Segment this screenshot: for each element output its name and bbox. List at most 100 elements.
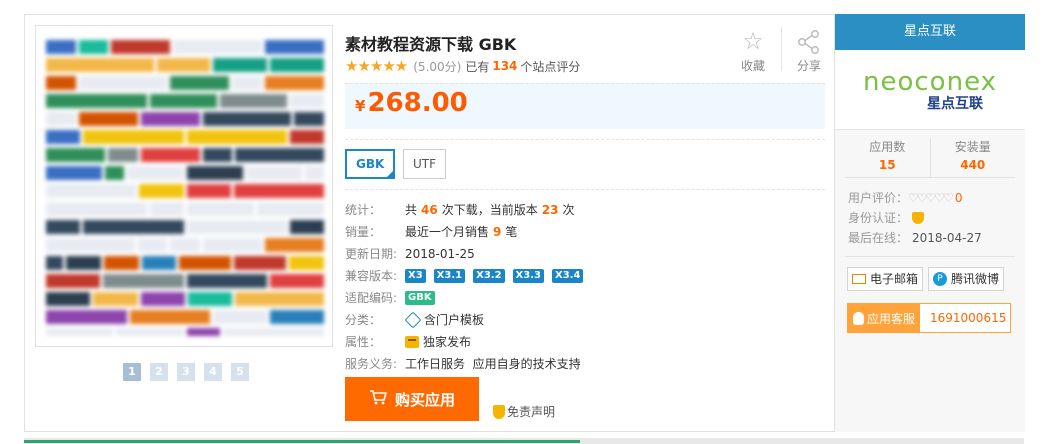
stat-value: 440 — [960, 158, 986, 172]
screenshot-cell — [223, 328, 324, 336]
screenshot-cell — [140, 148, 200, 162]
screenshot-cell — [138, 184, 184, 198]
compat-version-tag: X3.4 — [551, 269, 584, 283]
product-screenshot[interactable] — [46, 40, 324, 336]
price: ¥268.00 — [355, 88, 468, 118]
screenshot-cell — [140, 112, 200, 126]
screenshot-cell — [220, 94, 288, 108]
vendor-logo[interactable]: neoconex 星点互联 — [835, 50, 1025, 130]
service-label: 应用客服 — [866, 311, 915, 326]
screenshot-cell — [186, 166, 243, 180]
screenshot-cell — [270, 274, 324, 288]
screenshot-cell — [245, 166, 303, 180]
spec-text: 次 — [562, 203, 575, 217]
compat-version-tag: X3.2 — [473, 269, 505, 283]
screenshot-strip — [46, 166, 324, 180]
screenshot-cell — [186, 328, 221, 336]
bottom-progress-fill — [24, 440, 580, 443]
weibo-button[interactable]: P 腾讯微博 — [928, 267, 1005, 291]
vendor-stats: 应用数 15 安装量 440 — [845, 138, 1015, 178]
divider — [345, 139, 825, 140]
screenshot-cell — [264, 40, 324, 54]
rating-score: (5.00分) — [413, 59, 462, 74]
screenshot-cell — [78, 40, 109, 54]
favorite-button[interactable]: ☆ 收藏 — [733, 25, 773, 74]
compat-version-tag: X3 — [405, 269, 426, 283]
compat-version-tag: X3.1 — [433, 269, 466, 283]
screenshot-cell — [46, 238, 135, 252]
screenshot-cell — [156, 58, 211, 72]
screenshot-cell — [46, 328, 114, 336]
gallery-page-button[interactable]: 4 — [204, 363, 222, 381]
screenshot-cell — [232, 76, 262, 90]
price-currency: ¥ — [355, 97, 366, 115]
spec-text: 共 — [405, 203, 418, 217]
vendor-name[interactable]: 星点互联 — [835, 14, 1025, 50]
screenshot-cell — [93, 292, 138, 306]
divider — [345, 189, 825, 190]
screenshot-cell — [289, 256, 324, 270]
stat-label: 安装量 — [954, 140, 991, 154]
product-title: 素材教程资源下载 GBK — [345, 35, 517, 54]
rating-value: 0 — [954, 191, 963, 205]
screenshot-cell — [179, 256, 232, 270]
rating-summary: ★★★★★ (5.00分) 已有 134 个站点评分 — [345, 57, 580, 75]
screenshot-cell — [46, 184, 136, 198]
heart-rating-icon: ♡♡♡♡♡ — [908, 191, 954, 205]
customer-service-button[interactable]: 应用客服 1691000615 — [847, 303, 1011, 333]
screenshot-cell — [235, 292, 324, 306]
gallery-page-button[interactable]: 1 — [123, 363, 141, 381]
screenshot-strip — [46, 274, 324, 288]
buy-app-button[interactable]: 购买应用 — [345, 377, 479, 421]
screenshot-strip — [46, 148, 324, 162]
screenshot-cell — [202, 238, 262, 252]
screenshot-cell — [46, 112, 76, 126]
screenshot-cell — [186, 274, 268, 288]
info-label: 身份认证： — [848, 211, 909, 225]
vendor-contacts: 电子邮箱 P 腾讯微博 — [847, 267, 1025, 291]
product-card: 12345 素材教程资源下载 GBK ★★★★★ (5.00分) 已有 134 … — [24, 14, 1025, 432]
email-button[interactable]: 电子邮箱 — [847, 267, 924, 291]
screenshot-strip — [46, 328, 324, 336]
disclaimer-label: 免责声明 — [507, 405, 556, 419]
screenshot-cell — [46, 166, 103, 180]
screenshot-cell — [270, 58, 324, 72]
screenshot-cell — [129, 310, 211, 324]
screenshot-strip — [46, 256, 324, 270]
screenshot-cell — [46, 256, 64, 270]
screenshot-cell — [46, 148, 106, 162]
rating-stars-icon: ★★★★★ — [345, 57, 408, 75]
encoding-option-utf[interactable]: UTF — [403, 149, 447, 179]
screenshot-cell — [46, 292, 91, 306]
encoding-option-gbk[interactable]: GBK — [345, 149, 396, 179]
screenshot-cell — [186, 202, 254, 216]
gallery-page-button[interactable]: 3 — [177, 363, 195, 381]
screenshot-cell — [46, 94, 147, 108]
screenshot-cell — [78, 76, 168, 90]
screenshot-cell — [111, 40, 171, 54]
screenshot-strip — [46, 184, 324, 198]
share-button[interactable]: 分享 — [789, 25, 829, 74]
screenshot-cell — [149, 94, 218, 108]
cart-icon — [369, 389, 388, 409]
screenshot-cell — [170, 76, 230, 90]
screenshot-strip — [46, 76, 324, 90]
tag-icon — [404, 311, 422, 329]
screenshot-strip — [46, 40, 324, 54]
spec-label: 更新日期: — [345, 247, 398, 261]
screenshot-cell — [264, 76, 324, 90]
disclaimer-link[interactable]: 免责声明 — [493, 403, 555, 420]
screenshot-cell — [170, 238, 200, 252]
gallery-page-button[interactable]: 5 — [231, 363, 249, 381]
screenshot-cell — [187, 292, 233, 306]
attribute-value: 独家发布 — [423, 335, 472, 349]
category-link[interactable]: 含门户模板 — [424, 309, 484, 331]
gallery-page-button[interactable]: 2 — [150, 363, 168, 381]
vendor-install-count: 安装量 440 — [929, 138, 1016, 177]
screenshot-cell — [46, 274, 100, 288]
favorite-label: 收藏 — [740, 59, 765, 73]
spec-label: 服务义务: — [345, 357, 398, 371]
qq-icon — [852, 311, 864, 325]
spec-text: 笔 — [505, 225, 518, 239]
vendor-last-online: 最后在线： 2018-04-27 — [848, 228, 1025, 248]
